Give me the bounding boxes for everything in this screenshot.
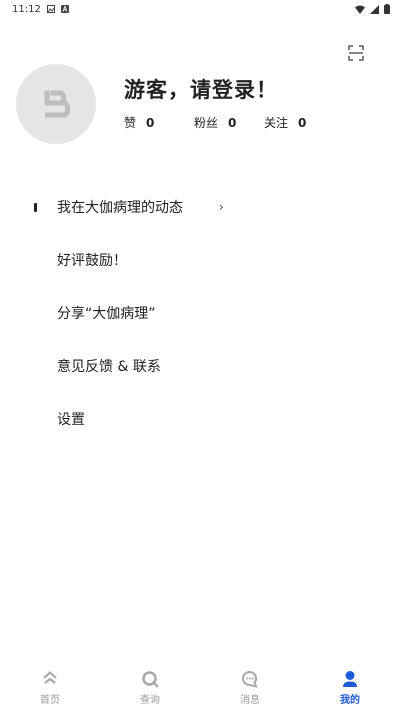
menu-item-rate[interactable]: 好评鼓励！ <box>0 233 400 286</box>
status-right <box>355 4 390 14</box>
tab-me[interactable]: 我的 <box>300 670 400 706</box>
status-time: 11:12 <box>12 3 41 15</box>
avatar[interactable] <box>16 64 96 144</box>
menu-item-my-activity[interactable]: 我在大伽病理的动态 › <box>0 180 400 233</box>
notification-a-icon <box>60 5 69 13</box>
menu-item-label: 设置 <box>57 411 85 428</box>
tab-label: 我的 <box>340 694 360 706</box>
stat-value: 0 <box>298 115 307 130</box>
search-icon <box>142 670 159 687</box>
home-icon <box>43 670 57 684</box>
menu-item-label: 分享“大伽病理” <box>57 305 156 322</box>
profile-stats: 赞 0 粉丝 0 关注 0 <box>124 114 334 131</box>
settings-menu: 我在大伽病理的动态 › 好评鼓励！ 分享“大伽病理” 意见反馈 & 联系 设置 <box>0 180 400 445</box>
status-bar: 11:12 <box>0 0 400 18</box>
image-icon <box>46 5 55 13</box>
tab-label: 消息 <box>240 694 260 706</box>
wifi-icon <box>355 5 365 14</box>
tab-messages[interactable]: 消息 <box>200 670 300 706</box>
stat-label: 赞 <box>124 116 137 130</box>
profile-header: 游客，请登录！ 赞 0 粉丝 0 关注 0 <box>16 64 386 144</box>
menu-item-label: 好评鼓励！ <box>57 252 127 269</box>
status-left: 11:12 <box>12 4 69 15</box>
message-icon <box>242 670 258 688</box>
stat-likes[interactable]: 赞 0 <box>124 114 194 131</box>
person-icon <box>343 670 357 687</box>
bottom-tab-bar: 首页 查询 消息 我的 <box>0 664 400 711</box>
menu-item-feedback[interactable]: 意见反馈 & 联系 <box>0 339 400 392</box>
scan-button[interactable] <box>348 45 364 61</box>
menu-indicator <box>34 202 37 212</box>
battery-icon <box>384 4 390 14</box>
stat-value: 0 <box>228 115 237 130</box>
stat-value: 0 <box>146 115 155 130</box>
tab-search[interactable]: 查询 <box>100 670 200 706</box>
login-arrow-icon <box>44 90 71 118</box>
stat-label: 粉丝 <box>194 116 219 130</box>
scan-icon <box>348 45 364 61</box>
menu-item-share[interactable]: 分享“大伽病理” <box>0 286 400 339</box>
menu-item-label: 我在大伽病理的动态 <box>57 199 183 216</box>
tab-label: 首页 <box>40 694 60 706</box>
login-prompt[interactable]: 游客，请登录！ <box>124 74 278 104</box>
menu-item-settings[interactable]: 设置 <box>0 392 400 445</box>
stat-following[interactable]: 关注 0 <box>264 114 334 131</box>
stat-label: 关注 <box>264 116 289 130</box>
stat-fans[interactable]: 粉丝 0 <box>194 114 264 131</box>
signal-icon <box>370 4 379 14</box>
chevron-right-icon: › <box>219 199 224 214</box>
tab-home[interactable]: 首页 <box>0 670 100 706</box>
tab-label: 查询 <box>140 694 160 706</box>
menu-item-label: 意见反馈 & 联系 <box>57 358 161 375</box>
